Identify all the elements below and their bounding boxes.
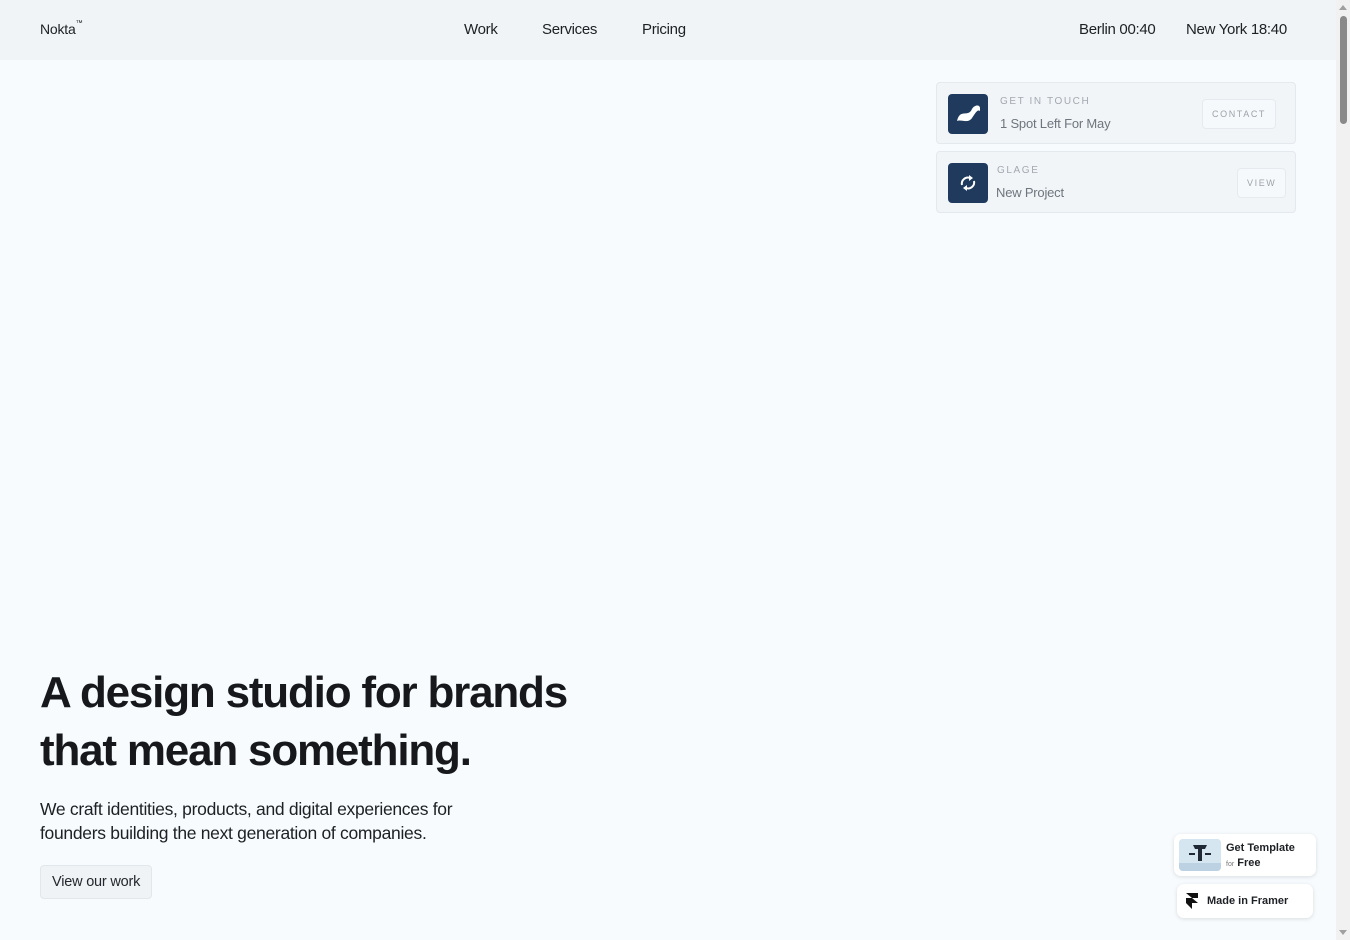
template-free-text: Free — [1237, 857, 1261, 869]
hero-subtitle: We craft identities, products, and digit… — [40, 797, 560, 845]
nav-link-pricing[interactable]: Pricing — [642, 21, 686, 38]
hero-title: A design studio for brands that mean som… — [40, 664, 660, 780]
clock-new-york: New York 18:40 — [1186, 21, 1287, 38]
nav-link-work[interactable]: Work — [464, 21, 498, 38]
template-for-label: for — [1226, 861, 1235, 868]
hero-subtitle-line: founders building the next generation of… — [40, 823, 427, 843]
card-eyebrow: GET IN TOUCH — [1000, 96, 1091, 107]
logo-text: Nokta — [40, 21, 76, 37]
card-subtitle: New Project — [996, 185, 1064, 200]
nav-link-services[interactable]: Services — [542, 21, 597, 38]
view-our-work-button[interactable]: View our work — [40, 865, 153, 899]
circle-arrows-logo-icon — [948, 163, 988, 203]
template-free-label: for Free — [1226, 857, 1260, 869]
swirl-logo-icon — [948, 94, 988, 134]
made-in-framer-label: Made in Framer — [1207, 895, 1289, 907]
scrollbar-thumb[interactable] — [1340, 16, 1347, 124]
framer-logo-icon — [1186, 893, 1198, 914]
made-in-framer-badge[interactable]: Made in Framer — [1177, 884, 1313, 918]
get-in-touch-card[interactable]: GET IN TOUCH 1 Spot Left For May CONTACT — [936, 82, 1296, 144]
trademark-mark: ™ — [75, 20, 83, 27]
glage-project-card[interactable]: GLAGE New Project VIEW — [936, 151, 1296, 213]
scroll-up-arrow-icon[interactable] — [1339, 5, 1347, 10]
hero-subtitle-line: We craft identities, products, and digit… — [40, 799, 453, 819]
template-thumbnail — [1179, 839, 1221, 871]
scroll-down-arrow-icon[interactable] — [1339, 930, 1347, 935]
top-bar: Nokta™ Work Services Pricing Berlin 00:4… — [0, 0, 1336, 60]
clock-berlin: Berlin 00:40 — [1079, 21, 1156, 38]
page: Nokta™ Work Services Pricing Berlin 00:4… — [0, 0, 1350, 940]
contact-button[interactable]: CONTACT — [1202, 99, 1277, 129]
card-eyebrow: GLAGE — [997, 165, 1040, 176]
page-scrollbar[interactable] — [1336, 0, 1350, 940]
view-button[interactable]: VIEW — [1237, 168, 1287, 198]
site-logo[interactable]: Nokta™ — [40, 20, 83, 37]
card-subtitle: 1 Spot Left For May — [1000, 116, 1111, 131]
hero-title-line: that mean something. — [40, 726, 472, 775]
get-template-badge[interactable]: Get Template for Free — [1174, 834, 1316, 876]
template-label: Get Template — [1226, 842, 1295, 854]
hero-title-line: A design studio for brands — [40, 668, 568, 717]
